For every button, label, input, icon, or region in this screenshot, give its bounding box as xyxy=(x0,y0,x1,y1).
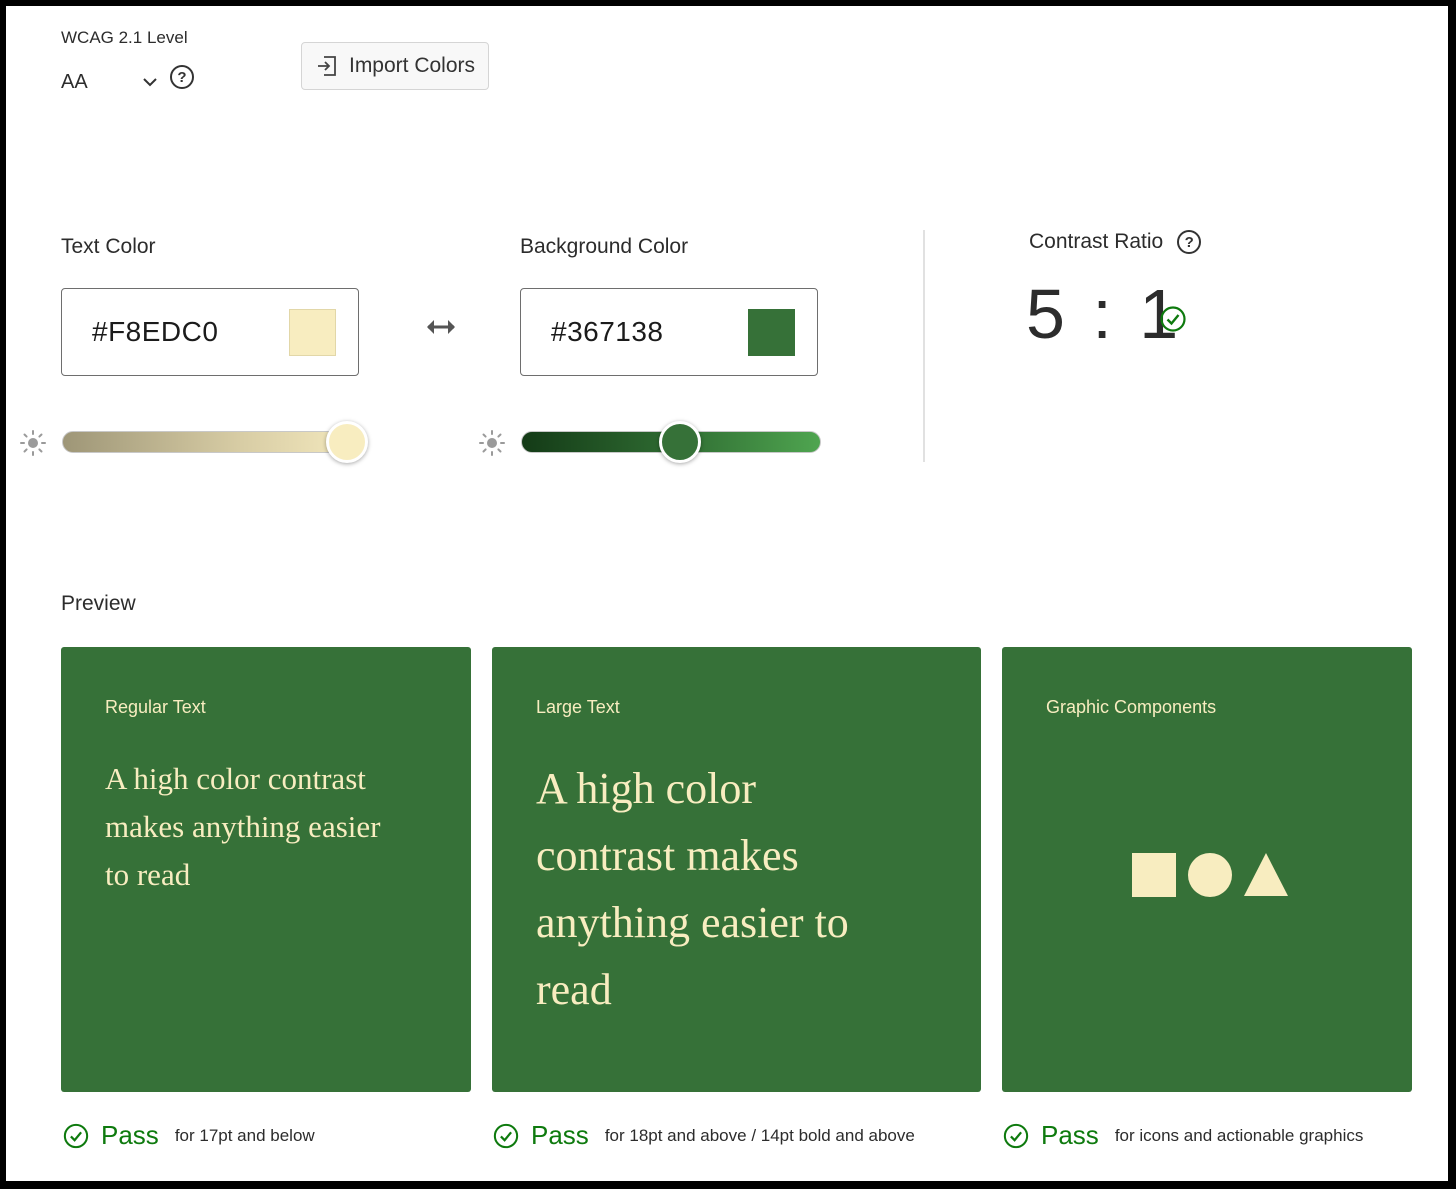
text-lightness-track[interactable] xyxy=(62,431,362,453)
wcag-help-icon[interactable]: ? xyxy=(170,65,194,89)
check-circle-icon xyxy=(1160,306,1186,332)
wcag-level-value: AA xyxy=(61,70,88,93)
check-circle-icon xyxy=(493,1123,519,1148)
preview-card-graphic-components: Graphic Components xyxy=(1002,647,1412,1092)
vertical-divider xyxy=(923,230,925,462)
contrast-help-icon[interactable]: ? xyxy=(1177,230,1202,254)
pass-status: Pass xyxy=(101,1120,159,1150)
pass-status: Pass xyxy=(1041,1120,1099,1150)
contrast-ratio-label: Contrast Ratio xyxy=(1029,230,1164,253)
pass-description: for icons and actionable graphics xyxy=(1114,1125,1364,1145)
graphic-shapes xyxy=(1132,853,1288,897)
text-lightness-slider[interactable] xyxy=(62,421,368,463)
brightness-icon xyxy=(20,430,46,456)
chevron-down-icon xyxy=(143,78,157,87)
text-lightness-thumb[interactable] xyxy=(326,421,368,463)
background-color-hex-input[interactable] xyxy=(549,315,723,349)
import-colors-button[interactable]: Import Colors xyxy=(301,42,489,90)
large-text-sample: A high color contrast makes anything eas… xyxy=(536,764,849,1014)
preview-card-large-text: Large Text A high color contrast makes a… xyxy=(492,647,981,1092)
preview-label: Preview xyxy=(61,592,136,615)
result-regular-text: Pass for 17pt and below xyxy=(63,1120,315,1151)
text-color-swatch[interactable] xyxy=(289,308,336,356)
background-lightness-thumb[interactable] xyxy=(659,421,701,463)
regular-text-sample: A high color contrast makes anything eas… xyxy=(105,761,381,892)
card-title: Graphic Components xyxy=(1046,697,1217,717)
swap-colors-icon[interactable] xyxy=(424,316,458,338)
import-icon xyxy=(317,56,336,76)
card-title: Large Text xyxy=(536,697,620,717)
pass-description: for 17pt and below xyxy=(174,1125,315,1145)
pass-status: Pass xyxy=(531,1120,589,1150)
background-color-label: Background Color xyxy=(520,235,689,258)
import-colors-label: Import Colors xyxy=(348,54,476,77)
check-circle-icon xyxy=(63,1123,89,1148)
text-color-label: Text Color xyxy=(61,235,156,258)
square-icon xyxy=(1132,853,1176,897)
background-color-field[interactable] xyxy=(520,288,818,376)
wcag-level-label: WCAG 2.1 Level xyxy=(61,28,188,47)
background-lightness-slider[interactable] xyxy=(521,421,821,463)
card-title: Regular Text xyxy=(105,697,206,717)
preview-card-regular-text: Regular Text A high color contrast makes… xyxy=(61,647,471,1092)
result-large-text: Pass for 18pt and above / 14pt bold and … xyxy=(493,1120,915,1151)
background-color-swatch[interactable] xyxy=(748,308,795,356)
check-circle-icon xyxy=(1003,1123,1029,1148)
contrast-checker-panel: WCAG 2.1 Level AA ? Import Colors Text C… xyxy=(6,6,1448,1181)
result-graphic-components: Pass for icons and actionable graphics xyxy=(1003,1120,1363,1151)
wcag-level-dropdown[interactable]: AA xyxy=(61,64,161,100)
triangle-icon xyxy=(1244,853,1288,896)
pass-description: for 18pt and above / 14pt bold and above xyxy=(604,1125,915,1145)
brightness-icon xyxy=(479,430,505,456)
contrast-ratio-header: Contrast Ratio ? xyxy=(1029,230,1202,254)
circle-icon xyxy=(1188,853,1232,897)
text-color-hex-input[interactable] xyxy=(90,315,264,349)
text-color-field[interactable] xyxy=(61,288,359,376)
